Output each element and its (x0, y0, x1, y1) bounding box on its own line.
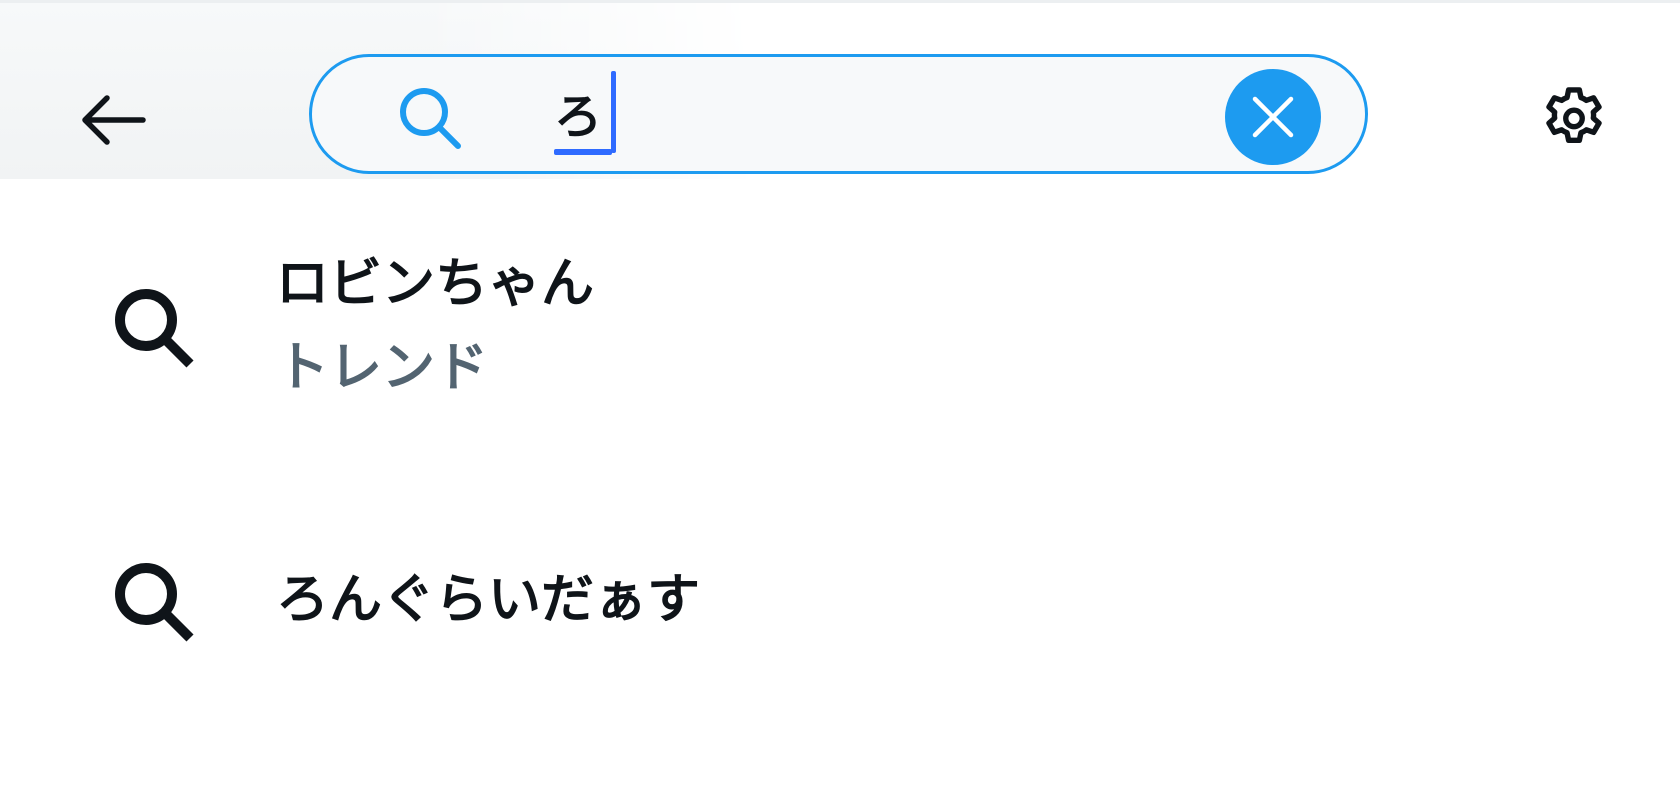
search-icon (115, 563, 194, 642)
arrow-left-icon (82, 95, 146, 145)
search-icon (115, 289, 194, 368)
text-caret (611, 71, 616, 153)
suggestion-title: ロビンちゃん (276, 253, 594, 314)
search-suggestion-item[interactable]: ロビンちゃん トレンド (0, 222, 1680, 422)
search-settings-button[interactable] (1526, 72, 1622, 168)
search-screen: ろ ロビンちゃん トレンド ろんぐらいだぁす (0, 0, 1680, 800)
gear-icon (1546, 87, 1602, 143)
suggestion-title: ろんぐらいだぁす (276, 569, 700, 630)
search-icon (400, 88, 461, 149)
ime-composition-underline (554, 149, 612, 155)
suggestion-subtitle: トレンド (276, 337, 488, 398)
search-box[interactable]: ろ (309, 54, 1368, 174)
search-suggestion-item[interactable]: ろんぐらいだぁす (0, 522, 1680, 682)
close-icon (1252, 96, 1294, 138)
clear-search-button[interactable] (1225, 69, 1321, 165)
back-button[interactable] (70, 78, 154, 162)
